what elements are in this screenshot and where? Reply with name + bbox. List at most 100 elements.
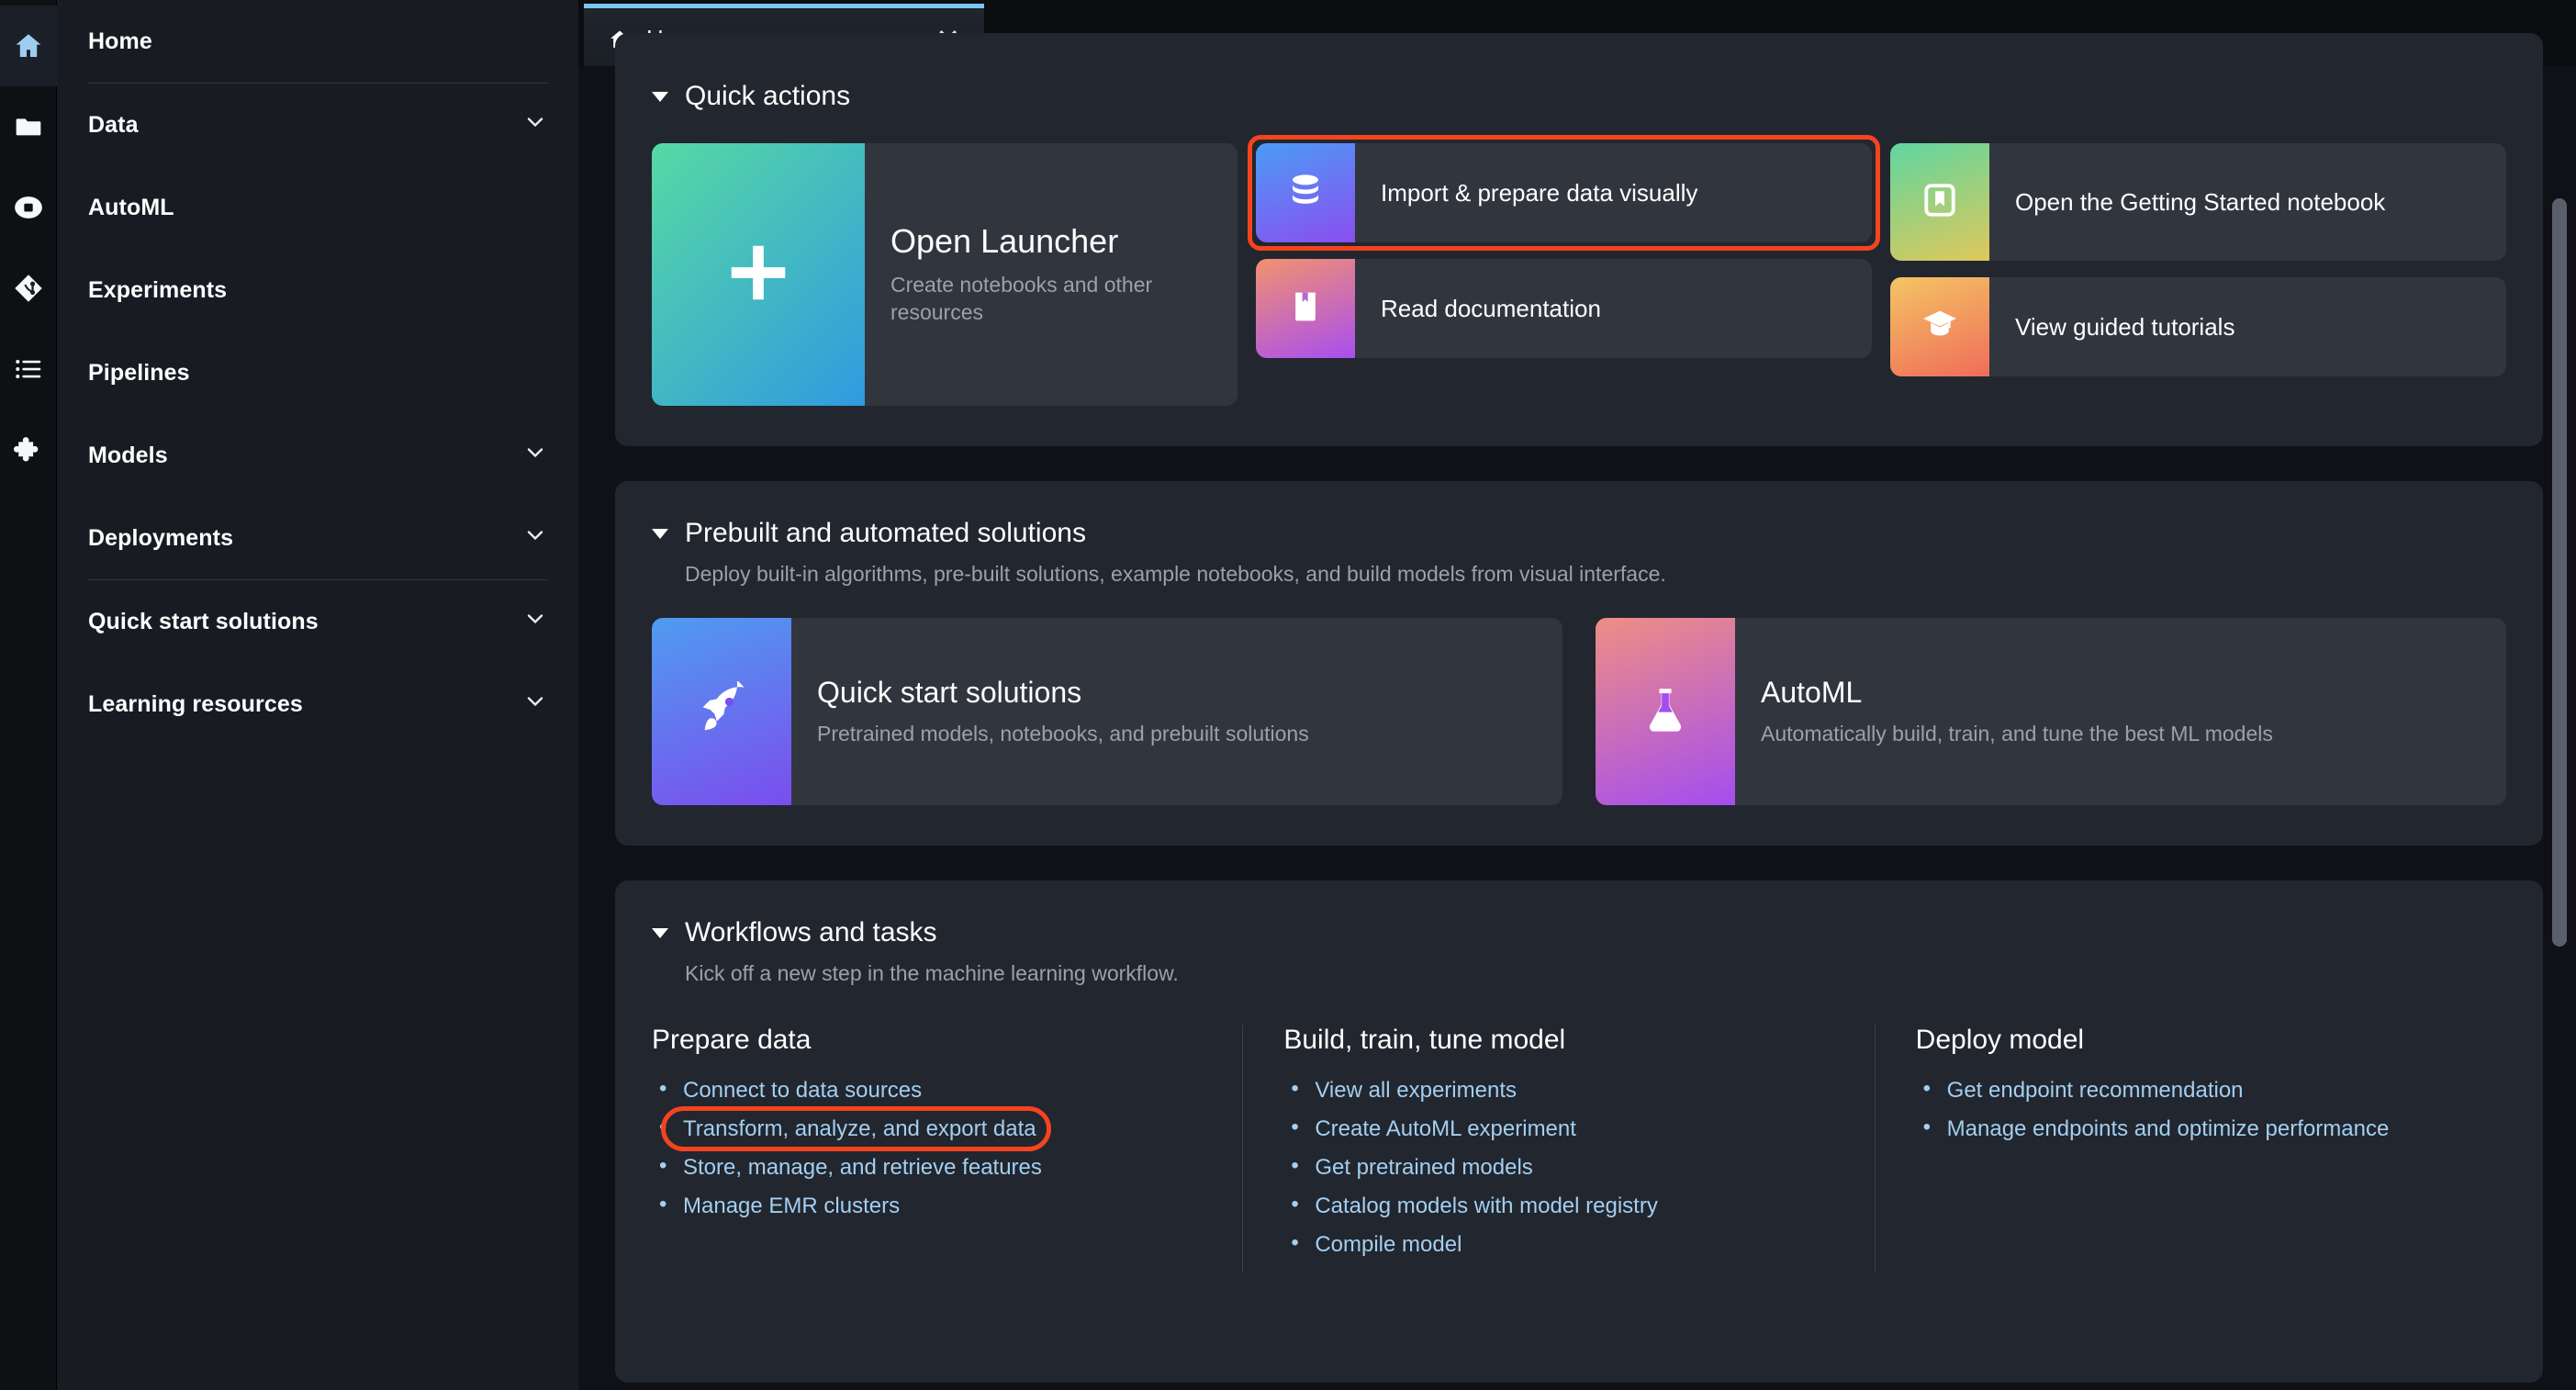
card-title: Quick start solutions xyxy=(817,675,1082,709)
workflow-link[interactable]: Store, manage, and retrieve features xyxy=(683,1155,1042,1180)
book-icon xyxy=(1287,288,1324,330)
sidebar-item-deployments[interactable]: Deployments xyxy=(88,497,547,579)
list-item[interactable]: Get endpoint recommendation xyxy=(1916,1078,2470,1103)
workflows-heading[interactable]: Workflows and tasks xyxy=(652,917,2506,948)
workflow-link[interactable]: View all experiments xyxy=(1315,1078,1517,1103)
plus-icon xyxy=(722,237,794,313)
git-icon xyxy=(13,273,44,304)
extensions-icon xyxy=(13,434,44,465)
home-icon xyxy=(13,30,44,62)
workflows-panel: Workflows and tasks Kick off a new step … xyxy=(615,880,2543,1383)
sidebar-item-pipelines[interactable]: Pipelines xyxy=(88,331,547,414)
rail-item-file-browser[interactable] xyxy=(0,86,57,167)
card-icon-panel xyxy=(1596,618,1735,805)
workflow-link[interactable]: Get endpoint recommendation xyxy=(1947,1078,2244,1103)
sidebar-item-label: Data xyxy=(88,111,139,138)
sagemaker-studio-window: Home Data AutoML Experiments Pipelines M… xyxy=(0,0,2576,1390)
scrollbar-thumb[interactable] xyxy=(2552,198,2567,947)
sidebar-item-experiments[interactable]: Experiments xyxy=(88,249,547,331)
caret-down-icon xyxy=(652,528,668,539)
workflow-link[interactable]: Create AutoML experiment xyxy=(1315,1116,1576,1141)
card-import-prepare-data[interactable]: Import & prepare data visually xyxy=(1256,143,1872,242)
column-title: Build, train, tune model xyxy=(1283,1025,1566,1055)
workflow-link[interactable]: Catalog models with model registry xyxy=(1315,1194,1658,1218)
workflow-column-prepare-data: Prepare data Connect to data sources Tra… xyxy=(652,1025,1242,1272)
card-icon-panel xyxy=(1256,143,1355,242)
card-automl[interactable]: AutoML Automatically build, train, and t… xyxy=(1596,618,2506,805)
card-title: Open Launcher xyxy=(890,222,1119,261)
sidebar-item-label: Pipelines xyxy=(88,359,190,386)
sidebar-item-models[interactable]: Models xyxy=(88,414,547,497)
chevron-down-icon xyxy=(523,110,547,140)
running-terminals-icon xyxy=(13,192,44,223)
workflow-link[interactable]: Connect to data sources xyxy=(683,1078,922,1103)
card-description: Create notebooks and other resources xyxy=(890,272,1153,325)
workflow-link[interactable]: Transform, analyze, and export data xyxy=(683,1116,1036,1141)
workflow-link[interactable]: Get pretrained models xyxy=(1315,1155,1532,1180)
list-item[interactable]: Create AutoML experiment xyxy=(1283,1116,1837,1141)
card-title: Open the Getting Started notebook xyxy=(2015,187,2386,216)
rail-item-git[interactable] xyxy=(0,248,57,329)
quick-actions-panel: Quick actions Open Launcher Create noteb… xyxy=(615,33,2543,446)
card-description: Automatically build, train, and tune the… xyxy=(1761,721,2273,745)
caret-down-icon xyxy=(652,927,668,938)
vertical-scrollbar[interactable] xyxy=(2552,70,2567,1390)
card-read-documentation[interactable]: Read documentation xyxy=(1256,259,1872,358)
rail-item-running-terminals[interactable] xyxy=(0,167,57,248)
flask-icon xyxy=(1639,683,1692,741)
list-item[interactable]: Store, manage, and retrieve features xyxy=(652,1155,1205,1180)
section-title: Quick actions xyxy=(685,81,851,111)
card-icon-panel xyxy=(1256,259,1355,358)
sidebar-item-data[interactable]: Data xyxy=(88,84,547,166)
workflows-subtitle: Kick off a new step in the machine learn… xyxy=(685,961,1179,985)
workflow-link[interactable]: Manage EMR clusters xyxy=(683,1194,900,1218)
list-item[interactable]: View all experiments xyxy=(1283,1078,1837,1103)
prebuilt-subtitle: Deploy built-in algorithms, pre-built so… xyxy=(685,562,1666,586)
section-title: Workflows and tasks xyxy=(685,917,937,947)
list-item[interactable]: Manage EMR clusters xyxy=(652,1194,1205,1218)
card-icon-panel xyxy=(1890,277,1989,376)
sidebar-item-learning-resources[interactable]: Learning resources xyxy=(88,663,547,745)
card-description: Pretrained models, notebooks, and prebui… xyxy=(817,721,1309,745)
rocket-icon xyxy=(693,679,750,743)
card-icon-panel xyxy=(652,618,791,805)
prebuilt-solutions-panel: Prebuilt and automated solutions Deploy … xyxy=(615,481,2543,846)
chevron-down-icon xyxy=(523,441,547,471)
rail-item-extensions[interactable] xyxy=(0,409,57,490)
card-icon-panel xyxy=(1890,143,1989,261)
card-open-launcher[interactable]: Open Launcher Create notebooks and other… xyxy=(652,143,1238,406)
list-item[interactable]: Catalog models with model registry xyxy=(1283,1194,1837,1218)
quick-actions-heading[interactable]: Quick actions xyxy=(652,81,2506,112)
prebuilt-heading[interactable]: Prebuilt and automated solutions xyxy=(652,518,2506,549)
sidebar-item-label: Quick start solutions xyxy=(88,608,319,634)
database-icon xyxy=(1285,171,1326,216)
card-title: AutoML xyxy=(1761,675,1863,709)
list-item[interactable]: Get pretrained models xyxy=(1283,1155,1837,1180)
chevron-down-icon xyxy=(523,607,547,637)
rail-item-commands[interactable] xyxy=(0,329,57,409)
card-title: Read documentation xyxy=(1381,294,1601,322)
card-view-guided-tutorials[interactable]: View guided tutorials xyxy=(1890,277,2506,376)
chevron-down-icon xyxy=(523,523,547,554)
rail-item-home[interactable] xyxy=(0,6,57,86)
card-icon-panel xyxy=(652,143,865,406)
list-item[interactable]: Compile model xyxy=(1283,1232,1837,1257)
sidebar-item-label: Home xyxy=(88,28,152,54)
caret-down-icon xyxy=(652,91,668,102)
list-item[interactable]: Transform, analyze, and export data xyxy=(652,1116,1205,1141)
home-content: Quick actions Open Launcher Create noteb… xyxy=(578,33,2576,1390)
list-item[interactable]: Connect to data sources xyxy=(652,1078,1205,1103)
column-title: Deploy model xyxy=(1915,1025,2085,1055)
sidebar-item-home[interactable]: Home xyxy=(88,0,547,83)
workflow-link[interactable]: Manage endpoints and optimize performanc… xyxy=(1947,1116,2390,1141)
sidebar-item-label: Models xyxy=(88,442,168,468)
sidebar-item-quick-start-solutions[interactable]: Quick start solutions xyxy=(88,580,547,663)
chevron-down-icon xyxy=(523,689,547,720)
sidebar-item-automl[interactable]: AutoML xyxy=(88,166,547,249)
card-getting-started-notebook[interactable]: Open the Getting Started notebook xyxy=(1890,143,2506,261)
list-item[interactable]: Manage endpoints and optimize performanc… xyxy=(1916,1116,2470,1141)
sidebar-item-label: Experiments xyxy=(88,276,228,303)
workflow-link[interactable]: Compile model xyxy=(1315,1232,1462,1257)
card-quick-start-solutions[interactable]: Quick start solutions Pretrained models,… xyxy=(652,618,1562,805)
workflow-column-build-train-tune: Build, train, tune model View all experi… xyxy=(1242,1025,1874,1272)
